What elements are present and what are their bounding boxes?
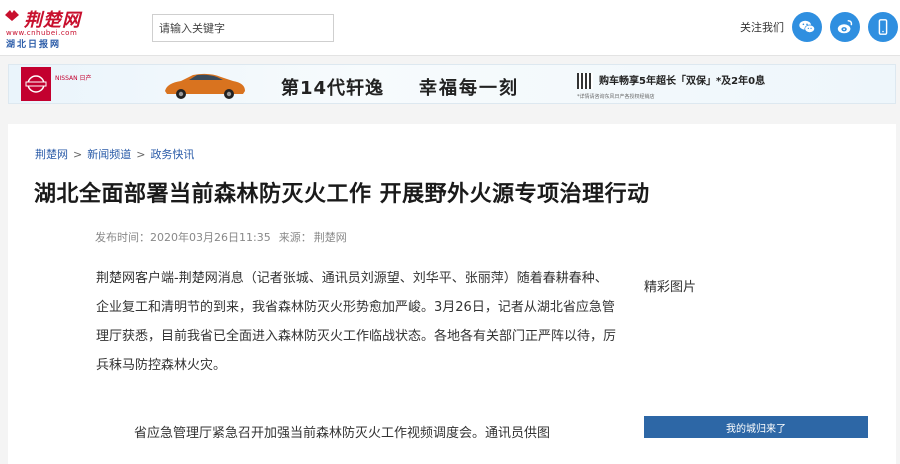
breadcrumb-separator: > — [136, 148, 146, 161]
ad-slogan: 幸福每一刻 — [419, 78, 519, 99]
article-container: 荆楚网 > 新闻频道 > 政务快讯 湖北全面部署当前森林防灭火工作 开展野外火源专项治理… — [8, 124, 896, 464]
logo-domain: www.cnhubei.com — [6, 29, 78, 37]
logo-mark-icon — [5, 10, 19, 21]
ad-brand-tag: NISSAN 日产 — [55, 75, 92, 82]
nissan-emblem-icon — [25, 75, 47, 93]
site-header: 荆楚网 www.cnhubei.com 湖北日报网 关注我们 — [0, 0, 900, 56]
advertisement-banner[interactable]: NISSAN 日产 第14代轩逸 幸福每一刻 购车畅享5年超长「双保」*及2年0… — [8, 64, 896, 104]
ad-fine-print: *详情请咨询东风日产各授权经销店 — [577, 94, 655, 100]
breadcrumb-separator: > — [73, 148, 83, 161]
search-input[interactable] — [152, 14, 334, 42]
weibo-icon — [837, 19, 853, 34]
featured-images-title: 精彩图片 — [644, 280, 697, 295]
nissan-logo — [21, 67, 51, 101]
mobile-icon — [878, 19, 888, 35]
wechat-icon — [799, 20, 816, 33]
wechat-button[interactable] — [792, 12, 822, 42]
breadcrumb-home[interactable]: 荆楚网 — [35, 148, 68, 161]
publish-time: 发布时间：2020年03月26日11:35 — [95, 231, 271, 244]
site-logo[interactable]: 荆楚网 www.cnhubei.com 湖北日报网 — [4, 6, 84, 50]
article-body: 荆楚网客户端-荆楚网消息（记者张城、通讯员刘源望、刘华平、张丽萍）随着春耕春种、… — [96, 271, 617, 373]
mobile-app-button[interactable] — [868, 12, 898, 42]
weibo-button[interactable] — [830, 12, 860, 42]
image-caption: 省应急管理厅紧急召开加强当前森林防灭火工作视频调度会。通讯员供图 — [134, 426, 551, 441]
follow-us-label: 关注我们 — [740, 21, 784, 34]
featured-image-link[interactable]: 我的城归来了 — [644, 416, 868, 438]
source-label: 来源： — [278, 231, 312, 244]
logo-paper-name: 湖北日报网 — [6, 40, 62, 50]
breadcrumb-news[interactable]: 新闻频道 — [87, 148, 131, 161]
article-title: 湖北全面部署当前森林防灭火工作 开展野外火源专项治理行动 — [34, 182, 650, 207]
source-name: 荆楚网 — [313, 231, 347, 244]
breadcrumb-politics[interactable]: 政务快讯 — [150, 148, 194, 161]
ad-headline: 第14代轩逸 — [281, 78, 385, 99]
car-image — [165, 73, 245, 99]
qr-code-icon — [577, 73, 593, 89]
article-meta: 发布时间：2020年03月26日11:35 来源： 荆楚网 — [95, 229, 355, 245]
ad-promo: 购车畅享5年超长「双保」*及2年0息 — [599, 76, 766, 87]
breadcrumb: 荆楚网 > 新闻频道 > 政务快讯 — [35, 146, 194, 162]
